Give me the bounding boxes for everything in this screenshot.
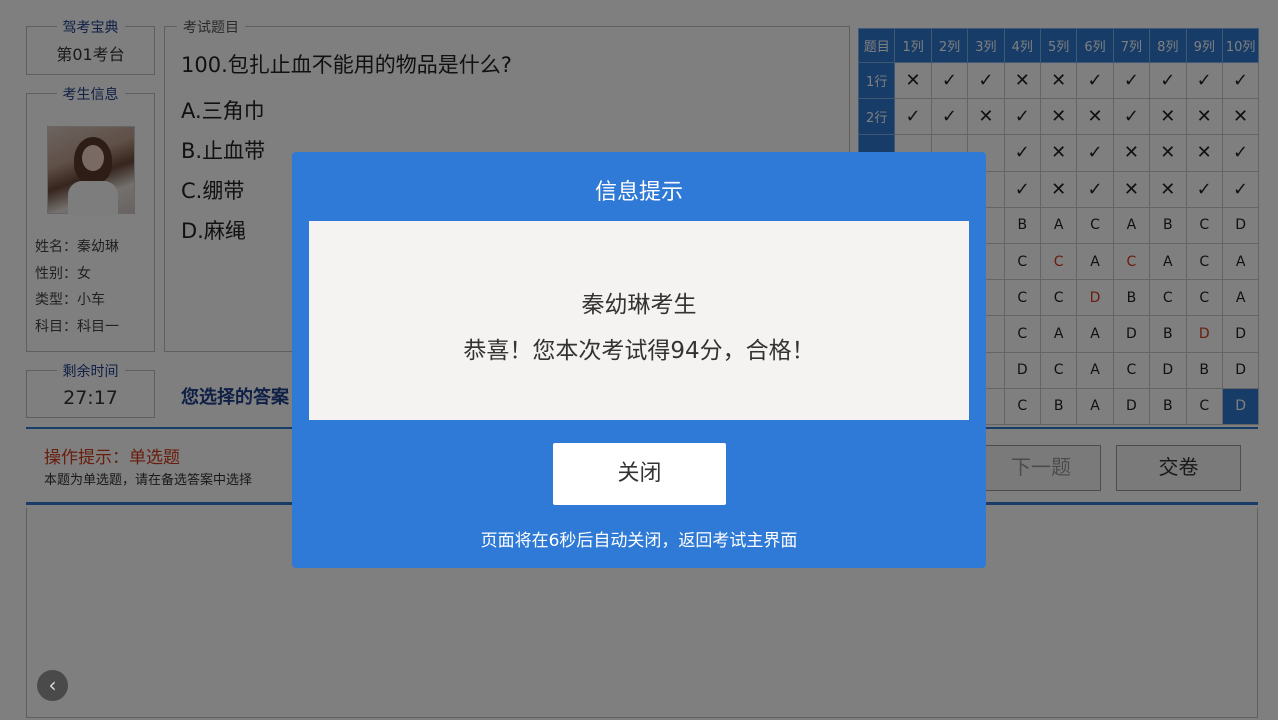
close-button[interactable]: 关闭 xyxy=(553,443,726,505)
dialog-title: 信息提示 xyxy=(594,180,683,205)
info-dialog: 信息提示 秦幼琳考生 恭喜！您本次考试得94分，合格！ 关闭 页面将在6秒后自动… xyxy=(292,152,986,568)
score-message: 恭喜！您本次考试得94分，合格！ xyxy=(463,338,815,364)
examinee-message: 秦幼琳考生 xyxy=(581,292,697,318)
auto-close-notice: 页面将在6秒后自动关闭，返回考试主界面 xyxy=(480,531,798,551)
dialog-body: 秦幼琳考生 恭喜！您本次考试得94分，合格！ xyxy=(309,221,969,420)
chevron-left-icon: ‹ xyxy=(48,673,57,697)
back-button[interactable]: ‹ xyxy=(37,670,68,701)
